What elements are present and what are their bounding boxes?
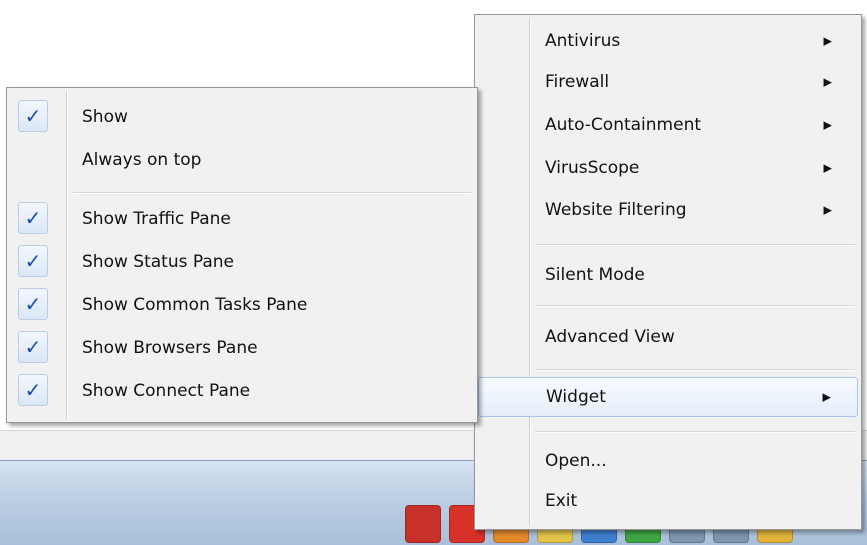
menu-item-virusscope[interactable]: VirusScope ▶ — [478, 148, 858, 188]
submenu-item-always-on-top[interactable]: Always on top — [10, 140, 474, 180]
menu-item-label: Exit — [545, 491, 578, 511]
submenu-item-show-browsers-pane[interactable]: ✓ Show Browsers Pane — [10, 328, 474, 368]
submenu-arrow-icon: ▶ — [822, 390, 831, 404]
menu-separator — [73, 192, 471, 194]
checkbox: ✓ — [18, 245, 48, 277]
menu-separator — [535, 369, 855, 371]
submenu-item-show-connect-pane[interactable]: ✓ Show Connect Pane — [10, 371, 474, 411]
menu-item-label: Firewall — [545, 72, 610, 92]
menu-item-silent-mode[interactable]: Silent Mode — [478, 255, 858, 295]
submenu-item-label: Always on top — [82, 150, 202, 170]
comodo-tray-icon[interactable] — [405, 505, 441, 543]
tray-context-menu: Antivirus ▶ Firewall ▶ Auto-Containment … — [474, 14, 862, 530]
submenu-item-show-traffic-pane[interactable]: ✓ Show Traffic Pane — [10, 199, 474, 239]
submenu-arrow-icon: ▶ — [823, 34, 832, 48]
checkmark-icon: ✓ — [24, 249, 42, 273]
menu-item-open[interactable]: Open... — [478, 441, 858, 481]
checkbox: ✓ — [18, 374, 48, 406]
menu-separator — [535, 305, 855, 307]
checkbox: ✓ — [18, 288, 48, 320]
checkmark-icon: ✓ — [24, 292, 42, 316]
menu-item-label: Advanced View — [545, 327, 675, 347]
submenu-item-label: Show Status Pane — [82, 252, 234, 272]
submenu-item-label: Show Browsers Pane — [82, 338, 258, 358]
checkmark-icon: ✓ — [24, 335, 42, 359]
checkbox: ✓ — [18, 331, 48, 363]
submenu-arrow-icon: ▶ — [823, 161, 832, 175]
submenu-arrow-icon: ▶ — [823, 203, 832, 217]
menu-separator — [535, 244, 855, 246]
submenu-item-show-common-tasks-pane[interactable]: ✓ Show Common Tasks Pane — [10, 285, 474, 325]
submenu-item-label: Show Connect Pane — [82, 381, 251, 401]
checkbox: ✓ — [18, 100, 48, 132]
widget-submenu: ✓ Show Always on top ✓ Show Traffic Pane… — [6, 87, 478, 423]
submenu-arrow-icon: ▶ — [823, 118, 832, 132]
menu-item-advanced-view[interactable]: Advanced View — [478, 317, 858, 357]
menu-item-label: Widget — [546, 387, 606, 407]
checkmark-icon: ✓ — [24, 378, 42, 402]
menu-item-label: Website Filtering — [545, 200, 687, 220]
menu-item-label: VirusScope — [545, 158, 640, 178]
menu-item-widget[interactable]: Widget ▶ — [478, 377, 858, 417]
menu-item-auto-containment[interactable]: Auto-Containment ▶ — [478, 105, 858, 145]
submenu-item-label: Show — [82, 107, 128, 127]
submenu-item-label: Show Common Tasks Pane — [82, 295, 308, 315]
submenu-arrow-icon: ▶ — [823, 75, 832, 89]
checkmark-icon: ✓ — [24, 206, 42, 230]
checkbox: ✓ — [18, 202, 48, 234]
menu-separator — [535, 431, 855, 433]
menu-item-label: Silent Mode — [545, 265, 645, 285]
menu-item-label: Auto-Containment — [545, 115, 702, 135]
menu-item-firewall[interactable]: Firewall ▶ — [478, 62, 858, 102]
menu-item-exit[interactable]: Exit — [478, 481, 858, 521]
menu-item-antivirus[interactable]: Antivirus ▶ — [478, 21, 858, 61]
menu-item-label: Open... — [545, 451, 607, 471]
submenu-item-label: Show Traffic Pane — [82, 209, 231, 229]
submenu-item-show[interactable]: ✓ Show — [10, 97, 474, 137]
submenu-item-show-status-pane[interactable]: ✓ Show Status Pane — [10, 242, 474, 282]
menu-item-website-filtering[interactable]: Website Filtering ▶ — [478, 190, 858, 230]
menu-item-label: Antivirus — [545, 31, 621, 51]
checkmark-icon: ✓ — [24, 104, 42, 128]
